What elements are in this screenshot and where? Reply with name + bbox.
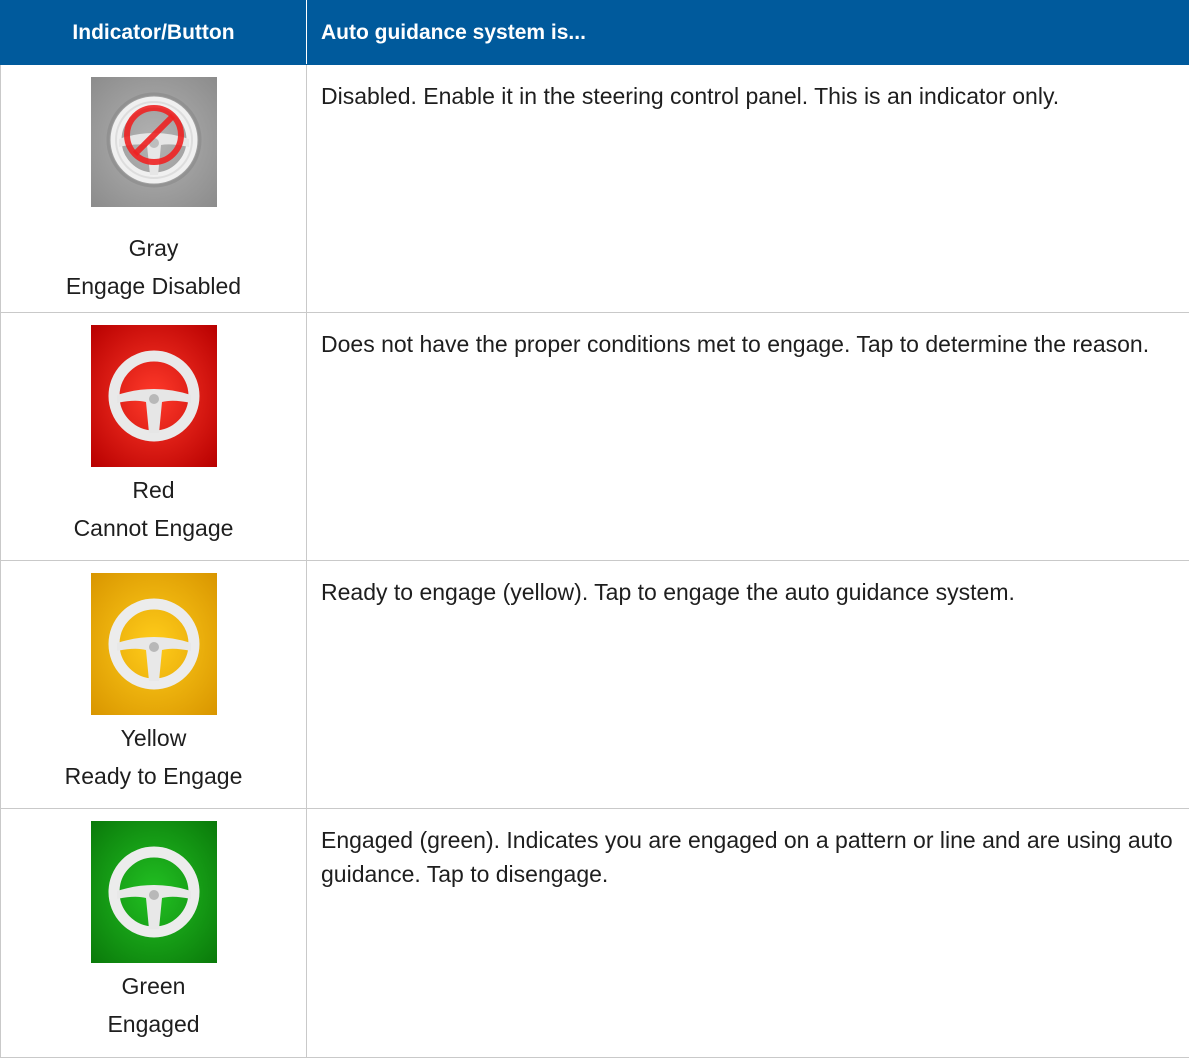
indicator-color-label: Gray: [1, 229, 306, 267]
indicator-color-label: Green: [1, 967, 306, 1005]
steering-wheel-button-yellow[interactable]: [91, 573, 217, 703]
table-row: Green Engaged Engaged (green). Indicates…: [1, 809, 1189, 1058]
steering-wheel-button-green[interactable]: [91, 821, 217, 951]
description-cell: Does not have the proper conditions met …: [307, 313, 1189, 561]
indicator-status-label: Ready to Engage: [1, 757, 306, 795]
auto-guidance-indicator-table: Indicator/Button Auto guidance system is…: [0, 0, 1189, 1058]
header-auto-guidance-status: Auto guidance system is...: [307, 1, 1189, 65]
header-indicator-button: Indicator/Button: [1, 1, 307, 65]
indicator-cell: Gray Engage Disabled: [1, 65, 307, 313]
indicator-color-label: Yellow: [1, 719, 306, 757]
steering-wheel-disabled-icon: [91, 77, 217, 207]
table-row: Yellow Ready to Engage Ready to engage (…: [1, 561, 1189, 809]
table-header: Indicator/Button Auto guidance system is…: [1, 1, 1189, 65]
description-cell: Engaged (green). Indicates you are engag…: [307, 809, 1189, 1058]
indicator-cell: Yellow Ready to Engage: [1, 561, 307, 809]
table-row: Gray Engage Disabled Disabled. Enable it…: [1, 65, 1189, 313]
description-cell: Disabled. Enable it in the steering cont…: [307, 65, 1189, 313]
indicator-status-label: Engaged: [1, 1005, 306, 1043]
indicator-status-label: Cannot Engage: [1, 509, 306, 547]
indicator-color-label: Red: [1, 471, 306, 509]
indicator-cell: Red Cannot Engage: [1, 313, 307, 561]
indicator-status-label: Engage Disabled: [1, 267, 306, 305]
description-cell: Ready to engage (yellow). Tap to engage …: [307, 561, 1189, 809]
table-row: Red Cannot Engage Does not have the prop…: [1, 313, 1189, 561]
steering-wheel-button-red[interactable]: [91, 325, 217, 455]
indicator-cell: Green Engaged: [1, 809, 307, 1058]
